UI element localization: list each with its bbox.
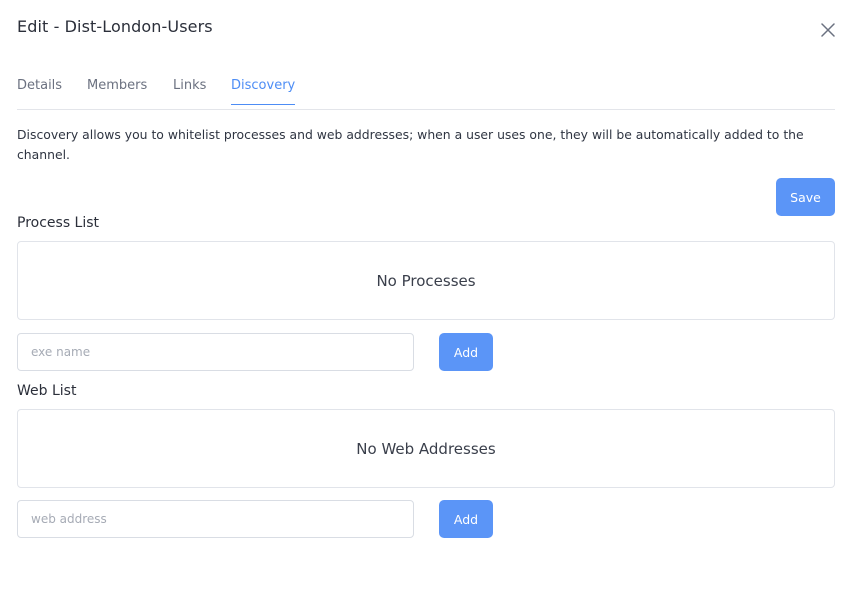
edit-dialog: Edit - Dist-London-Users Details Members…: [0, 0, 844, 607]
process-list-empty-text: No Processes: [376, 271, 476, 290]
tab-details[interactable]: Details: [17, 78, 62, 104]
close-button[interactable]: [817, 19, 839, 41]
exe-name-input[interactable]: [17, 333, 414, 371]
dialog-title: Edit - Dist-London-Users: [17, 17, 213, 36]
tab-links[interactable]: Links: [173, 78, 206, 104]
add-web-address-button[interactable]: Add: [439, 500, 493, 538]
discovery-description: Discovery allows you to whitelist proces…: [17, 127, 804, 162]
web-list-empty-text: No Web Addresses: [356, 439, 496, 458]
process-list: No Processes: [17, 241, 835, 320]
web-list: No Web Addresses: [17, 409, 835, 488]
process-list-title: Process List: [17, 215, 100, 231]
add-process-button[interactable]: Add: [439, 333, 493, 371]
tab-members[interactable]: Members: [87, 78, 147, 104]
close-icon: [821, 23, 835, 37]
web-address-input[interactable]: [17, 500, 414, 538]
tab-bar: Details Members Links Discovery: [17, 68, 835, 110]
web-list-title: Web List: [17, 383, 77, 399]
tab-discovery[interactable]: Discovery: [231, 78, 296, 105]
save-button[interactable]: Save: [776, 178, 835, 216]
